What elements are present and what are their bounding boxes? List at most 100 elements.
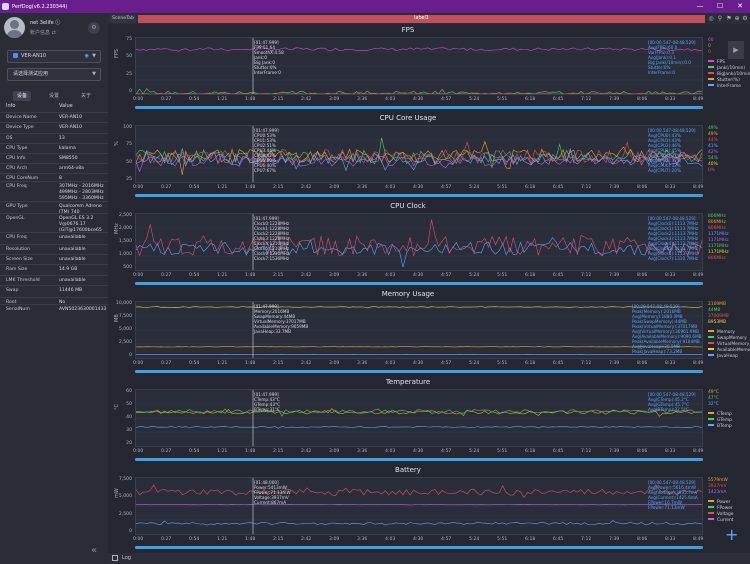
legend-item[interactable]: BTemp: [708, 424, 732, 430]
legend-swatch: [708, 348, 714, 350]
timeline-scrubber[interactable]: [135, 458, 703, 461]
user-settings-icon[interactable]: ⚙: [88, 22, 100, 34]
add-chart-icon[interactable]: +: [725, 525, 738, 544]
stats-readout: [00:00.547-08:48.529] Avg(Clock0):1113.7…: [648, 216, 699, 261]
plot-area[interactable]: [01:47.999] Memory:2016MB SwapMemory:44M…: [135, 301, 703, 359]
x-tick-label: 4:57: [441, 97, 452, 102]
title-bar: PerfDog(v6.2.230344) — ☐ ✕: [0, 0, 750, 13]
series-line: [136, 408, 702, 417]
x-tick-label: 1:21: [217, 185, 228, 190]
x-tick-label: 0:00: [133, 537, 144, 542]
legend-label: Voltage: [717, 512, 734, 517]
legend-item[interactable]: InterFrame: [708, 84, 750, 90]
y-tick-label: 50: [126, 54, 132, 60]
y-tick-label: 40: [126, 415, 132, 420]
x-tick-label: 0:27: [161, 361, 172, 366]
pin-icon[interactable]: ⚲: [716, 14, 724, 23]
plot-area[interactable]: [01:47.999] CPU0:53% CPU1:53% CPU2:51% C…: [135, 125, 703, 183]
legend-item[interactable]: JavaHeap: [708, 354, 750, 360]
play-icon[interactable]: ▶: [728, 41, 744, 59]
device-select-value: VER-AN10: [21, 53, 47, 59]
tab-about[interactable]: 关于: [77, 91, 95, 101]
x-tick-label: 0:54: [189, 361, 200, 366]
legend-label: Jank(/10min): [717, 66, 746, 71]
x-tick-label: 4:30: [413, 537, 424, 542]
x-tick-label: 5:24: [469, 361, 480, 366]
info-row: CPU Arch arm64-v8a: [0, 163, 108, 173]
account-info-link[interactable]: 账户信息 ⇄: [30, 29, 56, 36]
plot-area[interactable]: [01:47.999] CTemp:43°C GTemp:43°C BTemp:…: [135, 389, 703, 447]
x-tick-label: 6:45: [553, 273, 564, 278]
info-row: Resolution unavailable: [0, 244, 108, 254]
chart-panel: CPU Core Usage% 100 75 50 25 0:00 0:27 0:54 1:21…: [108, 114, 750, 202]
info-row: CPU Freq unavailable: [0, 232, 108, 244]
add-icon[interactable]: ⊕: [733, 14, 741, 23]
log-checkbox[interactable]: [112, 555, 118, 561]
legend-swatch: [708, 84, 714, 86]
x-tick-label: 8:06: [637, 185, 648, 190]
chart-title: Battery: [395, 466, 421, 474]
timeline-scrubber[interactable]: [135, 370, 703, 373]
x-tick-label: 8:49: [693, 97, 704, 102]
device-info-table: Device Name VER-AN10 Device Type VER-AN10 OS…: [0, 112, 108, 314]
x-tick-label: 7:12: [581, 185, 592, 190]
label-bar[interactable]: label1: [138, 15, 705, 23]
y-tick-label: 30: [126, 428, 132, 433]
current-value: 0%: [708, 168, 715, 173]
plot-area[interactable]: [01:47.999] FPS:51.64 SmoothX:4.58 Jank:…: [135, 37, 703, 95]
timeline-scrubber[interactable]: [135, 194, 703, 197]
plot-area[interactable]: [01:47.999] Clock0:1228MHz Clock1:1228MH…: [135, 213, 703, 271]
chart-panel: FPS FPS 75 50 25 0 0:00 0:27 0:54 1:21 1:48 2:15 2:4…: [108, 26, 750, 114]
stats-readout: [00:00.547-08:48.529] Avg(Power):5616.4m…: [648, 480, 698, 510]
x-tick-label: 7:12: [581, 273, 592, 278]
y-tick-label: 2,500: [118, 511, 132, 517]
plot-area[interactable]: [01:48.000] Power:5413mW FPower:71.13mW …: [135, 477, 703, 535]
maximize-button[interactable]: ☐: [710, 0, 730, 13]
flag-icon[interactable]: ⚑: [725, 14, 733, 23]
x-tick-label: 2:15: [273, 361, 284, 366]
x-tick-label: 1:48: [245, 361, 256, 366]
x-tick-label: 6:18: [525, 449, 536, 454]
x-tick-label: 5:51: [497, 185, 508, 190]
scene-tab-bar: SceneTab label1 ◎ ⚲ ⚑ ⊕ ⚙: [108, 13, 750, 24]
scene-tab[interactable]: SceneTab: [110, 15, 136, 23]
x-tick-label: 0:00: [133, 361, 144, 366]
legend-label: GTemp: [717, 418, 732, 423]
gear-icon[interactable]: ⚙: [741, 14, 749, 23]
chart-panel: Battery mW 7,500 5,000 2,500 0 0:00 0:27 0:54 1:2…: [108, 466, 750, 554]
x-tick-label: 8:49: [693, 185, 704, 190]
timeline-scrubber[interactable]: [135, 106, 703, 109]
avatar[interactable]: [4, 17, 25, 38]
info-row: CPU Type kalama: [0, 143, 108, 153]
x-tick-label: 8:06: [637, 97, 648, 102]
location-icon[interactable]: ◎: [707, 14, 715, 23]
x-tick-label: 4:30: [413, 449, 424, 454]
collapse-sidebar-icon[interactable]: «: [91, 545, 97, 556]
sidebar-tabs: 设备 设置 关于: [6, 91, 102, 101]
y-tick-label: 500: [123, 265, 132, 270]
timeline-scrubber[interactable]: [135, 546, 703, 549]
series-line: [136, 219, 702, 257]
tab-settings[interactable]: 设置: [45, 91, 63, 101]
chevron-down-icon: ▼: [92, 71, 96, 77]
device-select[interactable]: VER-AN10 ◉ ▼: [7, 50, 101, 63]
legend-swatch: [708, 342, 714, 344]
minimize-button[interactable]: —: [690, 0, 710, 13]
x-tick-label: 4:03: [385, 273, 396, 278]
timeline-scrubber[interactable]: [135, 282, 703, 285]
info-header-value: Value: [59, 103, 73, 109]
log-label: Log: [122, 555, 131, 561]
legend-item[interactable]: Current: [708, 518, 734, 524]
app-logo-icon: [2, 3, 9, 10]
legend-label: JavaHeap: [717, 354, 738, 359]
stats-readout: [00:00.547-08:48.529] Avg(FPS):60.0 Var(…: [648, 40, 696, 75]
info-row: GPU Type Qualcomm Adreno (TM) 740: [0, 201, 108, 215]
x-tick-label: 3:36: [357, 537, 368, 542]
app-select[interactable]: 请选择测试应用 ▼: [7, 68, 101, 81]
x-tick-label: 0:27: [161, 537, 172, 542]
close-button[interactable]: ✕: [730, 0, 750, 13]
x-tick-label: 4:30: [413, 97, 424, 102]
tab-device[interactable]: 设备: [12, 91, 31, 101]
y-tick-label: 75: [126, 142, 132, 148]
x-tick-label: 4:03: [385, 185, 396, 190]
